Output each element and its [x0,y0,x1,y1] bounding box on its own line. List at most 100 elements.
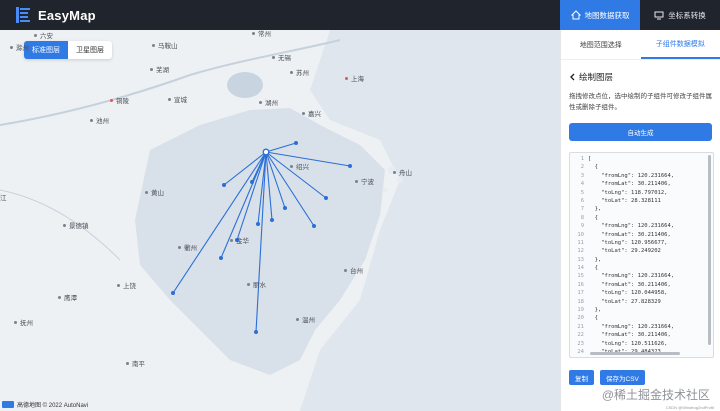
flow-target-point[interactable] [171,291,175,295]
code-line: 15 "fromLng": 120.231664, [570,272,713,280]
top-bar: EasyMap 地图数据获取 坐标系转换 [0,0,720,30]
flow-target-point[interactable] [312,224,316,228]
line-number: 2 [580,164,584,171]
line-number: 25 [570,356,588,357]
line-content: "toLat": 27.828329 [588,298,661,305]
city-label: 上海 [345,73,364,83]
map-canvas[interactable]: 标准图层 卫星图层 六安 滁州 马鞍山 常州 无锡 苏州 芜湖 上海 铜陵 宣城 湖州 池州 嘉兴 绍兴宁… [0,30,560,411]
city-label: 台州 [344,265,363,275]
horizontal-scrollbar[interactable] [590,352,680,355]
line-content: { [588,214,598,221]
city-label: 嘉兴 [302,108,321,118]
city-name: 温州 [302,317,315,324]
city-dot-icon [178,245,181,249]
city-name: 景德镇 [69,223,89,230]
city-dot-icon [145,190,148,194]
section-title: 绘制图层 [579,72,614,82]
code-line: 20 { [570,314,713,322]
city-label: 鹰潭 [58,292,77,302]
city-name: 江 [0,195,7,202]
city-name: 抚州 [20,320,33,327]
home-icon [570,10,581,20]
city-dot-icon [259,100,262,104]
top-tabs: 地图数据获取 坐标系转换 [560,0,720,30]
line-number: 15 [577,273,584,280]
city-dot-icon [344,268,347,272]
city-name: 黄山 [151,190,164,197]
city-name: 苏州 [296,70,309,77]
app-logo[interactable]: EasyMap [16,7,96,23]
city-label: 湖州 [259,97,278,107]
vertical-scrollbar[interactable] [708,155,711,345]
city-label: 温州 [296,314,315,324]
code-line: 4 "fromLat": 30.211406, [570,180,713,188]
line-number: 11 [577,239,584,246]
tab-map-data-label: 地图数据获取 [584,10,630,20]
tab-child-data[interactable]: 子组件数据模拟 [640,30,720,59]
flow-target-point[interactable] [270,218,274,222]
json-editor[interactable]: 1[2 {3 "fromLng": 120.231664, 4 "fromLat"… [569,152,714,358]
code-line: 16 "fromLat": 30.211406, [570,281,713,289]
line-content: "fromLat": 30.211406, [588,281,671,288]
tab-range-select[interactable]: 地图范围选择 [561,30,641,59]
watermark: @稀土掘金技术社区 [601,388,710,402]
city-dot-icon [272,55,275,59]
flow-target-point[interactable] [294,141,298,145]
city-dot-icon [110,98,113,102]
satellite-layer-button[interactable]: 卫星图层 [68,41,112,59]
auto-generate-button[interactable]: 自动生成 [569,123,712,141]
code-line: 22 "fromLat": 30.211406, [570,331,713,339]
city-label: 绍兴 [290,161,309,171]
line-content: "toLng": 120.956677, [588,239,668,246]
line-content: "toLat": 29.249202 [588,248,661,255]
amap-logo-icon [2,401,14,408]
monitor-icon [654,11,664,20]
city-label: 芜湖 [150,64,169,74]
line-number: 9 [580,223,584,230]
copy-button[interactable]: 复制 [569,370,594,385]
city-dot-icon [150,67,153,71]
flow-target-point[interactable] [254,330,258,334]
line-content: { [588,315,598,322]
city-label: 南平 [126,358,145,368]
city-name: 绍兴 [296,164,309,171]
logo-icon [16,7,30,23]
section-header[interactable]: 绘制图层 [569,71,720,83]
line-number: 24 [577,348,584,355]
city-label: 铜陵 [110,95,129,105]
action-buttons: 复制 保存为CSV [569,370,645,385]
map-attribution: 高德地图 © 2022 AutoNavi [2,400,88,409]
flow-target-point[interactable] [348,164,352,168]
code-line: 12 "toLat": 29.249202 [570,247,713,255]
city-dot-icon [302,111,305,115]
city-label: 景德镇 [63,220,89,230]
flow-target-point[interactable] [256,222,260,226]
flow-target-point[interactable] [324,196,328,200]
line-content: "toLng": 120.044958, [588,290,668,297]
flow-target-point[interactable] [219,256,223,260]
save-csv-button[interactable]: 保存为CSV [600,370,645,385]
line-content: }, [588,256,602,263]
code-line: 7 }, [570,205,713,213]
city-name: 台州 [350,268,363,275]
city-dot-icon [247,282,250,286]
line-content: "fromLat": 30.211406, [588,231,671,238]
flow-origin-point[interactable] [262,148,270,156]
city-name: 铜陵 [116,98,129,105]
city-label: 金华 [230,235,249,245]
line-number: 6 [580,197,584,204]
standard-layer-button[interactable]: 标准图层 [24,41,68,59]
city-label: 滁州 [10,42,29,52]
city-dot-icon [230,238,233,242]
flow-target-point[interactable] [283,206,287,210]
panel-tabs: 地图范围选择 子组件数据模拟 [561,30,720,60]
code-line: 17 "toLng": 120.044958, [570,289,713,297]
flow-target-point[interactable] [222,183,226,187]
line-content: }, [588,206,602,213]
tab-map-data[interactable]: 地图数据获取 [560,0,640,30]
line-content: "toLng": 120.511626, [588,340,668,347]
code-line: 13 }, [570,256,713,264]
city-name: 芜湖 [156,67,169,74]
tab-coord-convert[interactable]: 坐标系转换 [640,0,720,30]
city-label: 六安 [34,30,53,40]
